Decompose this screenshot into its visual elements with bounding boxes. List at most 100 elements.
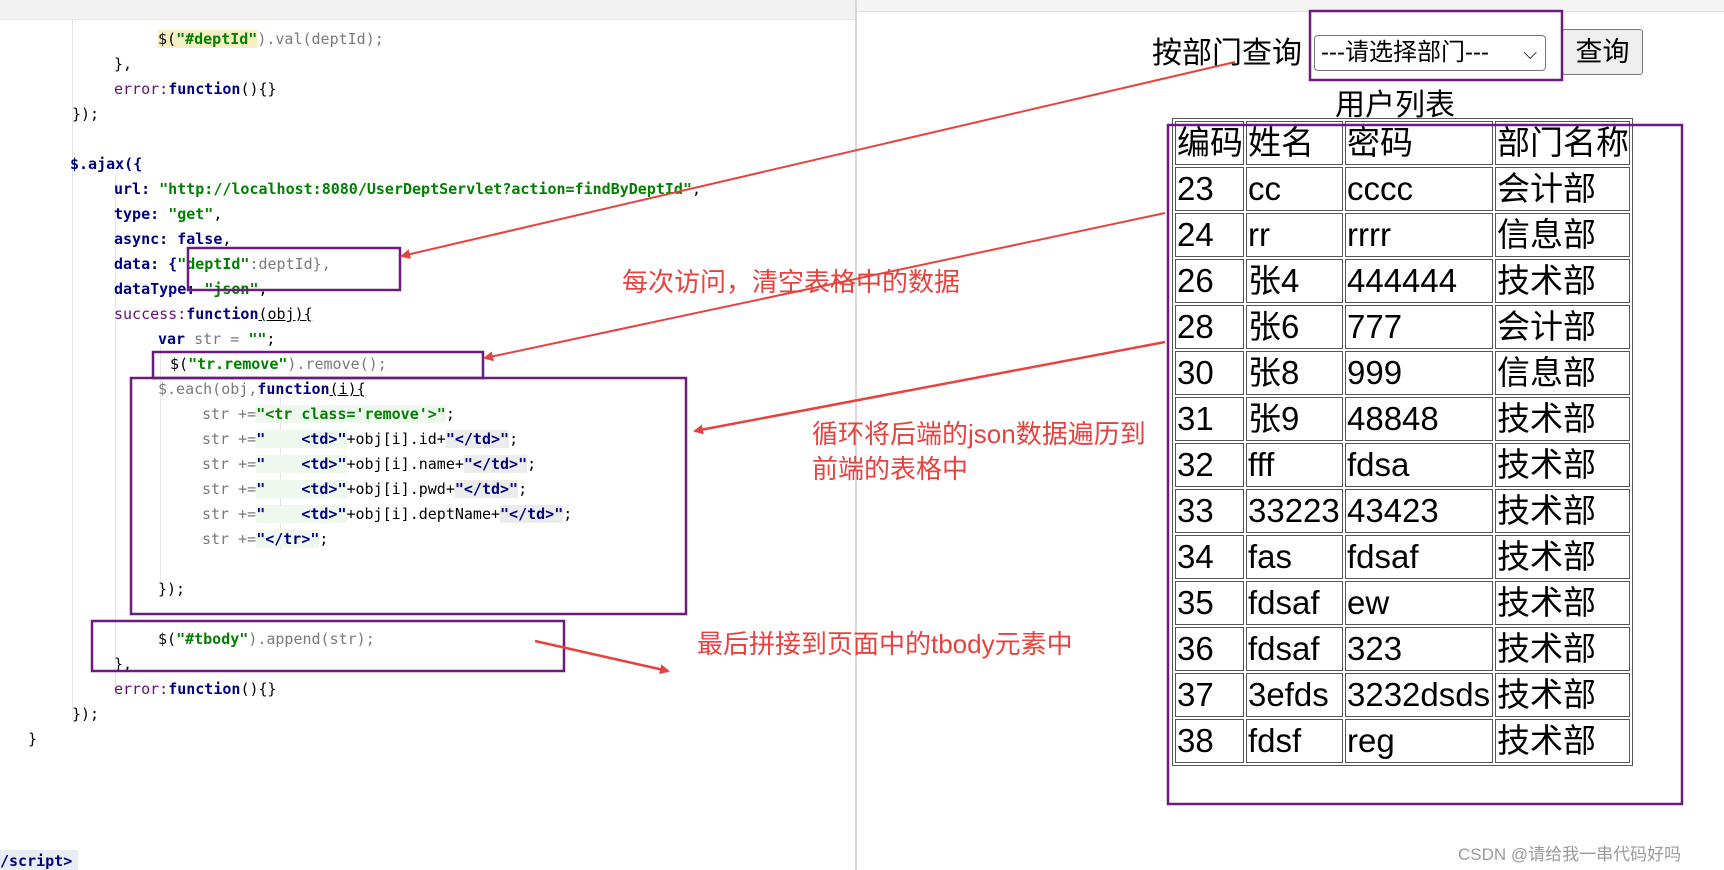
code-token: str += bbox=[202, 455, 257, 473]
cell-name: fas bbox=[1246, 535, 1343, 579]
code-line: } bbox=[28, 727, 37, 752]
cell-id: 30 bbox=[1175, 351, 1244, 395]
code-string: " <td>" bbox=[256, 480, 347, 498]
code-token: , bbox=[213, 205, 223, 223]
cell-password: cccc bbox=[1345, 167, 1493, 211]
code-string: "get" bbox=[168, 205, 214, 223]
cell-dept: 技术部 bbox=[1495, 719, 1630, 763]
code-token: }); bbox=[158, 580, 186, 598]
code-string: "</td>" bbox=[500, 505, 564, 523]
cell-id: 31 bbox=[1175, 397, 1244, 441]
code-line: $("#deptId").val(deptId); bbox=[158, 27, 384, 52]
table-row: 34 fas fdsaf 技术部 bbox=[1175, 535, 1630, 579]
cell-id: 28 bbox=[1175, 305, 1244, 349]
code-line: str +="</tr>"; bbox=[202, 527, 328, 552]
chevron-down-icon: ⌵ bbox=[1523, 43, 1537, 63]
header-name: 姓名 bbox=[1246, 121, 1343, 165]
code-line: str +=" <td>"+obj[i].id+"</td>"; bbox=[202, 427, 518, 452]
code-token: :deptId}, bbox=[249, 255, 331, 273]
query-button[interactable]: 查询 bbox=[1562, 29, 1643, 75]
cell-id: 35 bbox=[1175, 581, 1244, 625]
cell-password: 777 bbox=[1345, 305, 1493, 349]
code-token: str += bbox=[202, 505, 257, 523]
code-token: ).val(deptId); bbox=[257, 30, 384, 48]
code-token: $( bbox=[170, 355, 189, 373]
code-line: }, bbox=[114, 652, 132, 677]
code-token: $( bbox=[158, 630, 177, 648]
code-token: (obj){ bbox=[258, 305, 313, 323]
header-password: 密码 bbox=[1345, 121, 1493, 165]
code-string: "json" bbox=[204, 280, 259, 298]
code-line: success:function(obj){ bbox=[114, 302, 313, 327]
code-token: (){} bbox=[240, 80, 277, 98]
table-row: 37 3efds 3232dsds 技术部 bbox=[1175, 673, 1630, 717]
table-header-row: 编码 姓名 密码 部门名称 bbox=[1175, 121, 1630, 165]
code-token: error: bbox=[114, 680, 169, 698]
table-row: 33 33223 43423 技术部 bbox=[1175, 489, 1630, 533]
cell-password: fdsa bbox=[1345, 443, 1493, 487]
code-string: "http://localhost:8080/UserDeptServlet?a… bbox=[159, 180, 692, 198]
code-string: "</td>" bbox=[445, 430, 510, 448]
code-line: $("#tbody").append(str); bbox=[158, 627, 375, 652]
code-token: +obj[i].name+ bbox=[346, 455, 464, 473]
cell-id: 38 bbox=[1175, 719, 1244, 763]
code-line: str +=" <td>"+obj[i].deptName+"</td>"; bbox=[202, 502, 572, 527]
cell-name: fff bbox=[1246, 443, 1343, 487]
cell-dept: 技术部 bbox=[1495, 397, 1630, 441]
code-line: url: "http://localhost:8080/UserDeptServ… bbox=[114, 177, 701, 202]
code-token: , bbox=[258, 280, 268, 298]
code-string: "#deptId" bbox=[176, 30, 258, 48]
cell-id: 33 bbox=[1175, 489, 1244, 533]
code-token: error: bbox=[114, 80, 169, 98]
code-string: "<tr class='remove'>" bbox=[256, 405, 446, 423]
code-token: }, bbox=[114, 55, 133, 73]
cell-password: 444444 bbox=[1345, 259, 1493, 303]
code-line: data: {"deptId":deptId}, bbox=[114, 252, 331, 277]
code-token: +obj[i].deptName+ bbox=[346, 505, 501, 523]
code-token: ; bbox=[518, 480, 528, 498]
cell-id: 36 bbox=[1175, 627, 1244, 671]
code-token: str = bbox=[185, 330, 249, 348]
cell-password: 323 bbox=[1345, 627, 1493, 671]
dept-select-value: ---请选择部门--- bbox=[1321, 39, 1489, 66]
code-token: +obj[i].pwd+ bbox=[346, 480, 455, 498]
code-token: str += bbox=[202, 480, 257, 498]
code-line: }); bbox=[72, 102, 99, 127]
code-editor[interactable]: $("#deptId").val(deptId); }, error:funct… bbox=[0, 0, 855, 870]
code-line: async: false, bbox=[114, 227, 231, 252]
dept-select[interactable]: ---请选择部门--- ⌵ bbox=[1314, 35, 1546, 71]
table-row: 36 fdsaf 323 技术部 bbox=[1175, 627, 1630, 671]
code-line: error:function(){} bbox=[114, 77, 277, 102]
code-string: "tr.remove" bbox=[188, 355, 288, 373]
cell-dept: 技术部 bbox=[1495, 259, 1630, 303]
code-token: } bbox=[28, 730, 38, 748]
code-token: }, bbox=[114, 655, 133, 673]
code-token: ; bbox=[563, 505, 573, 523]
cell-dept: 技术部 bbox=[1495, 443, 1630, 487]
cell-password: fdsaf bbox=[1345, 535, 1493, 579]
code-line: str +=" <td>"+obj[i].pwd+"</td>"; bbox=[202, 477, 527, 502]
cell-name: 张9 bbox=[1246, 397, 1343, 441]
table-row: 35 fdsaf ew 技术部 bbox=[1175, 581, 1630, 625]
cell-name: fdsaf bbox=[1246, 581, 1343, 625]
code-token: ; bbox=[509, 430, 519, 448]
table-row: 26 张4 444444 技术部 bbox=[1175, 259, 1630, 303]
code-string: " <td>" bbox=[256, 430, 347, 448]
code-token: str += bbox=[202, 405, 257, 423]
table-row: 30 张8 999 信息部 bbox=[1175, 351, 1630, 395]
cell-dept: 技术部 bbox=[1495, 489, 1630, 533]
code-token: ; bbox=[445, 405, 455, 423]
cell-name: fdsaf bbox=[1246, 627, 1343, 671]
cell-name: cc bbox=[1246, 167, 1343, 211]
cell-id: 26 bbox=[1175, 259, 1244, 303]
code-token: (){} bbox=[240, 680, 277, 698]
code-string: "#tbody" bbox=[176, 630, 249, 648]
code-prop: dataType: bbox=[114, 280, 205, 298]
table-row: 31 张9 48848 技术部 bbox=[1175, 397, 1630, 441]
code-line: dataType: "json", bbox=[114, 277, 268, 302]
cell-dept: 技术部 bbox=[1495, 581, 1630, 625]
code-string: " <td>" bbox=[256, 505, 347, 523]
code-line: $.each(obj,function(i){ bbox=[158, 377, 366, 402]
cell-id: 24 bbox=[1175, 213, 1244, 257]
code-keyword: function bbox=[186, 305, 259, 323]
